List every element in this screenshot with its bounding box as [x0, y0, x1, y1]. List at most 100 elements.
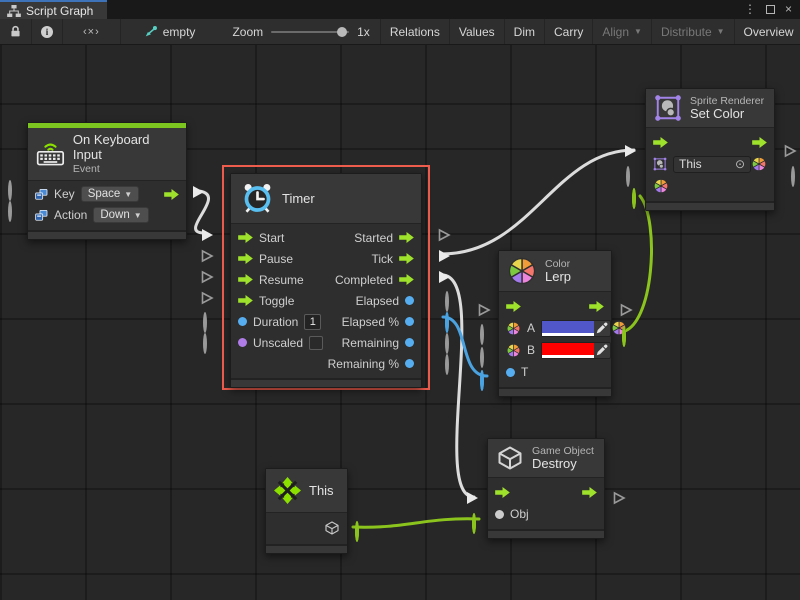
key-port-label: Key: [54, 187, 75, 201]
node-sprite-renderer-set-color[interactable]: Sprite Renderer Set Color This ⊙: [645, 88, 775, 211]
remaining-pct-label: Remaining %: [328, 357, 399, 371]
graph-canvas[interactable]: On Keyboard Input Event Key Space ▼: [0, 45, 800, 600]
flow-out-arrow-icon: [399, 253, 414, 264]
tab-script-graph[interactable]: Script Graph: [0, 0, 107, 19]
color-wheel-icon: [751, 156, 767, 172]
distribute-dropdown[interactable]: Distribute ▼: [651, 19, 734, 44]
port-pause-in[interactable]: [201, 249, 214, 263]
dim-button[interactable]: Dim: [504, 19, 544, 44]
port-start-in[interactable]: [201, 228, 214, 242]
toggle-label: Toggle: [259, 294, 294, 308]
code-preview-button[interactable]: ‹×›: [63, 19, 121, 44]
port-action-input[interactable]: [8, 203, 12, 221]
node-title: Lerp: [545, 270, 571, 285]
window-menu-icon[interactable]: ⋮: [744, 0, 756, 19]
window-close-icon[interactable]: ×: [785, 0, 792, 19]
flow-in-arrow-icon: [238, 274, 253, 285]
graph-reference-button[interactable]: empty: [135, 19, 205, 44]
port-obj-in[interactable]: [472, 515, 476, 533]
port-tick-out[interactable]: [438, 249, 451, 263]
flow-out-arrow-icon: [589, 301, 604, 312]
flow-out-arrow-icon: [752, 137, 767, 148]
node-timer[interactable]: Timer Start Started Pause Tick: [230, 173, 422, 388]
node-title: On Keyboard Input: [73, 133, 178, 163]
node-destroy[interactable]: Game Object Destroy Obj: [487, 438, 605, 539]
port-color-in[interactable]: [632, 190, 636, 208]
port-a-in[interactable]: [480, 326, 484, 344]
carry-button[interactable]: Carry: [544, 19, 592, 44]
flow-in-arrow-icon: [653, 137, 668, 148]
color-wheel-icon: [506, 343, 521, 358]
action-port-label: Action: [54, 208, 87, 222]
port-flow-in[interactable]: [466, 491, 479, 505]
color-wheel-icon: [507, 256, 537, 286]
port-color-out[interactable]: [622, 328, 626, 346]
port-target-in[interactable]: [626, 168, 630, 186]
completed-label: Completed: [335, 273, 393, 287]
zoom-slider[interactable]: [271, 31, 349, 33]
node-on-keyboard-input[interactable]: On Keyboard Input Event Key Space ▼: [27, 122, 187, 240]
eyedropper-icon[interactable]: [594, 321, 610, 336]
port-elapsed-out[interactable]: [445, 293, 449, 311]
flow-out-arrow-icon: [399, 232, 414, 243]
node-title: Timer: [282, 191, 315, 206]
port-self-out[interactable]: [355, 523, 359, 541]
relations-button[interactable]: Relations: [380, 19, 449, 44]
port-flow-out[interactable]: [613, 491, 626, 505]
info-icon: i: [41, 26, 53, 38]
port-completed-out[interactable]: [438, 270, 451, 284]
duration-value-field[interactable]: 1: [304, 314, 321, 330]
lock-button[interactable]: [0, 19, 32, 44]
keyboard-icon: [36, 140, 65, 167]
color-wheel-icon: [506, 321, 521, 336]
port-result-out[interactable]: [791, 168, 795, 186]
obj-label: Obj: [510, 507, 529, 521]
port-flow-out[interactable]: [784, 144, 797, 158]
wire-timer-tick-to-setcolor-flow: [442, 150, 634, 254]
chevron-down-icon: ▼: [134, 211, 142, 220]
overview-button[interactable]: Overview: [734, 19, 800, 44]
target-object-field[interactable]: This ⊙: [673, 156, 751, 173]
port-t-in[interactable]: [480, 372, 484, 390]
port-started-out[interactable]: [438, 228, 451, 242]
window-controls: ⋮ ×: [744, 0, 800, 19]
node-subtitle: Event: [73, 163, 178, 175]
object-picker-icon[interactable]: ⊙: [735, 158, 745, 170]
port-unscaled-in[interactable]: [203, 335, 207, 353]
port-b-in[interactable]: [480, 349, 484, 367]
port-duration-in[interactable]: [203, 314, 207, 332]
port-key-input[interactable]: [8, 182, 12, 200]
port-resume-in[interactable]: [201, 270, 214, 284]
move-self-icon: [274, 477, 301, 504]
zoom-slider-handle[interactable]: [337, 27, 347, 37]
port-remaining-out[interactable]: [445, 335, 449, 353]
node-color-lerp[interactable]: Color Lerp A: [498, 250, 612, 397]
key-dropdown[interactable]: Space ▼: [81, 186, 140, 202]
port-elapsed-pct-out[interactable]: [445, 314, 449, 332]
port-flow-in[interactable]: [624, 144, 637, 158]
game-object-icon: [324, 520, 340, 536]
a-label: A: [527, 321, 535, 335]
node-this[interactable]: This: [265, 468, 348, 554]
port-flow-output[interactable]: [192, 185, 205, 199]
port-flow-out[interactable]: [620, 303, 633, 317]
timer-icon: [241, 182, 274, 215]
port-remaining-pct-out[interactable]: [445, 356, 449, 374]
values-button[interactable]: Values: [449, 19, 504, 44]
port-toggle-in[interactable]: [201, 291, 214, 305]
action-dropdown[interactable]: Down ▼: [93, 207, 148, 223]
node-footer: [646, 201, 774, 210]
unscaled-checkbox[interactable]: [309, 336, 323, 350]
data-port-icon: [506, 368, 515, 377]
eyedropper-icon[interactable]: [594, 343, 610, 358]
flow-in-arrow-icon: [238, 232, 253, 243]
align-dropdown[interactable]: Align ▼: [592, 19, 651, 44]
remaining-label: Remaining: [342, 336, 399, 350]
window-maximize-icon[interactable]: [766, 5, 775, 14]
port-flow-in[interactable]: [478, 303, 491, 317]
color-a-field[interactable]: [541, 320, 611, 337]
color-wheel-icon: [653, 178, 669, 194]
data-port-icon: [405, 296, 414, 305]
info-button[interactable]: i: [32, 19, 63, 44]
color-b-field[interactable]: [541, 342, 611, 359]
